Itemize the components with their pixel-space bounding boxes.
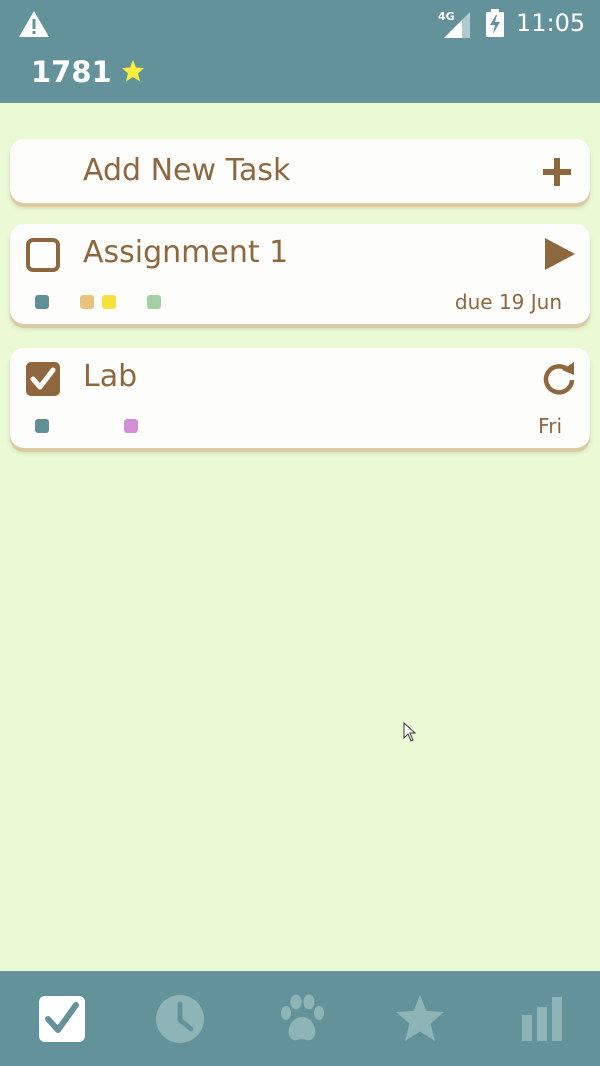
tag-dot: [147, 295, 161, 309]
clock-time: 11:05: [516, 9, 586, 37]
add-task-label: Add New Task: [83, 153, 291, 188]
add-task-button[interactable]: Add New Task: [10, 139, 590, 203]
app-bar: 1781: [0, 48, 600, 103]
tag-dot: [102, 295, 116, 309]
tag-dot: [35, 419, 49, 433]
due-date: Fri: [538, 414, 562, 438]
tag-dot: [35, 295, 49, 309]
warning-icon: [19, 11, 49, 37]
star-icon[interactable]: [394, 993, 446, 1045]
due-date: due 19 Jun: [454, 290, 562, 314]
score-counter: 1781: [31, 55, 112, 89]
battery-charging-icon: [486, 9, 504, 37]
task-title: Assignment 1: [83, 235, 289, 270]
checkbox-checked-icon[interactable]: [25, 361, 61, 397]
paw-icon[interactable]: [276, 993, 328, 1045]
mouse-cursor-icon: [403, 722, 417, 742]
bottom-navigation: [0, 971, 600, 1066]
tag-dot: [80, 295, 94, 309]
network-type-label: 4G: [438, 10, 455, 23]
task-title: Lab: [83, 359, 138, 394]
plus-icon: [543, 158, 571, 186]
task-card[interactable]: Assignment 1 due 19 Jun: [10, 224, 590, 324]
repeat-icon[interactable]: [541, 360, 577, 396]
task-card[interactable]: Lab Fri: [10, 348, 590, 448]
tag-dot: [124, 419, 138, 433]
star-icon: [122, 60, 144, 82]
tasks-checkbox-icon[interactable]: [36, 993, 88, 1045]
play-icon[interactable]: [541, 236, 577, 272]
clock-icon[interactable]: [154, 993, 206, 1045]
checkbox-unchecked-icon[interactable]: [25, 237, 61, 273]
signal-icon: 4G: [436, 8, 472, 40]
stats-icon[interactable]: [516, 993, 568, 1045]
status-bar: 4G 11:05: [0, 0, 600, 48]
